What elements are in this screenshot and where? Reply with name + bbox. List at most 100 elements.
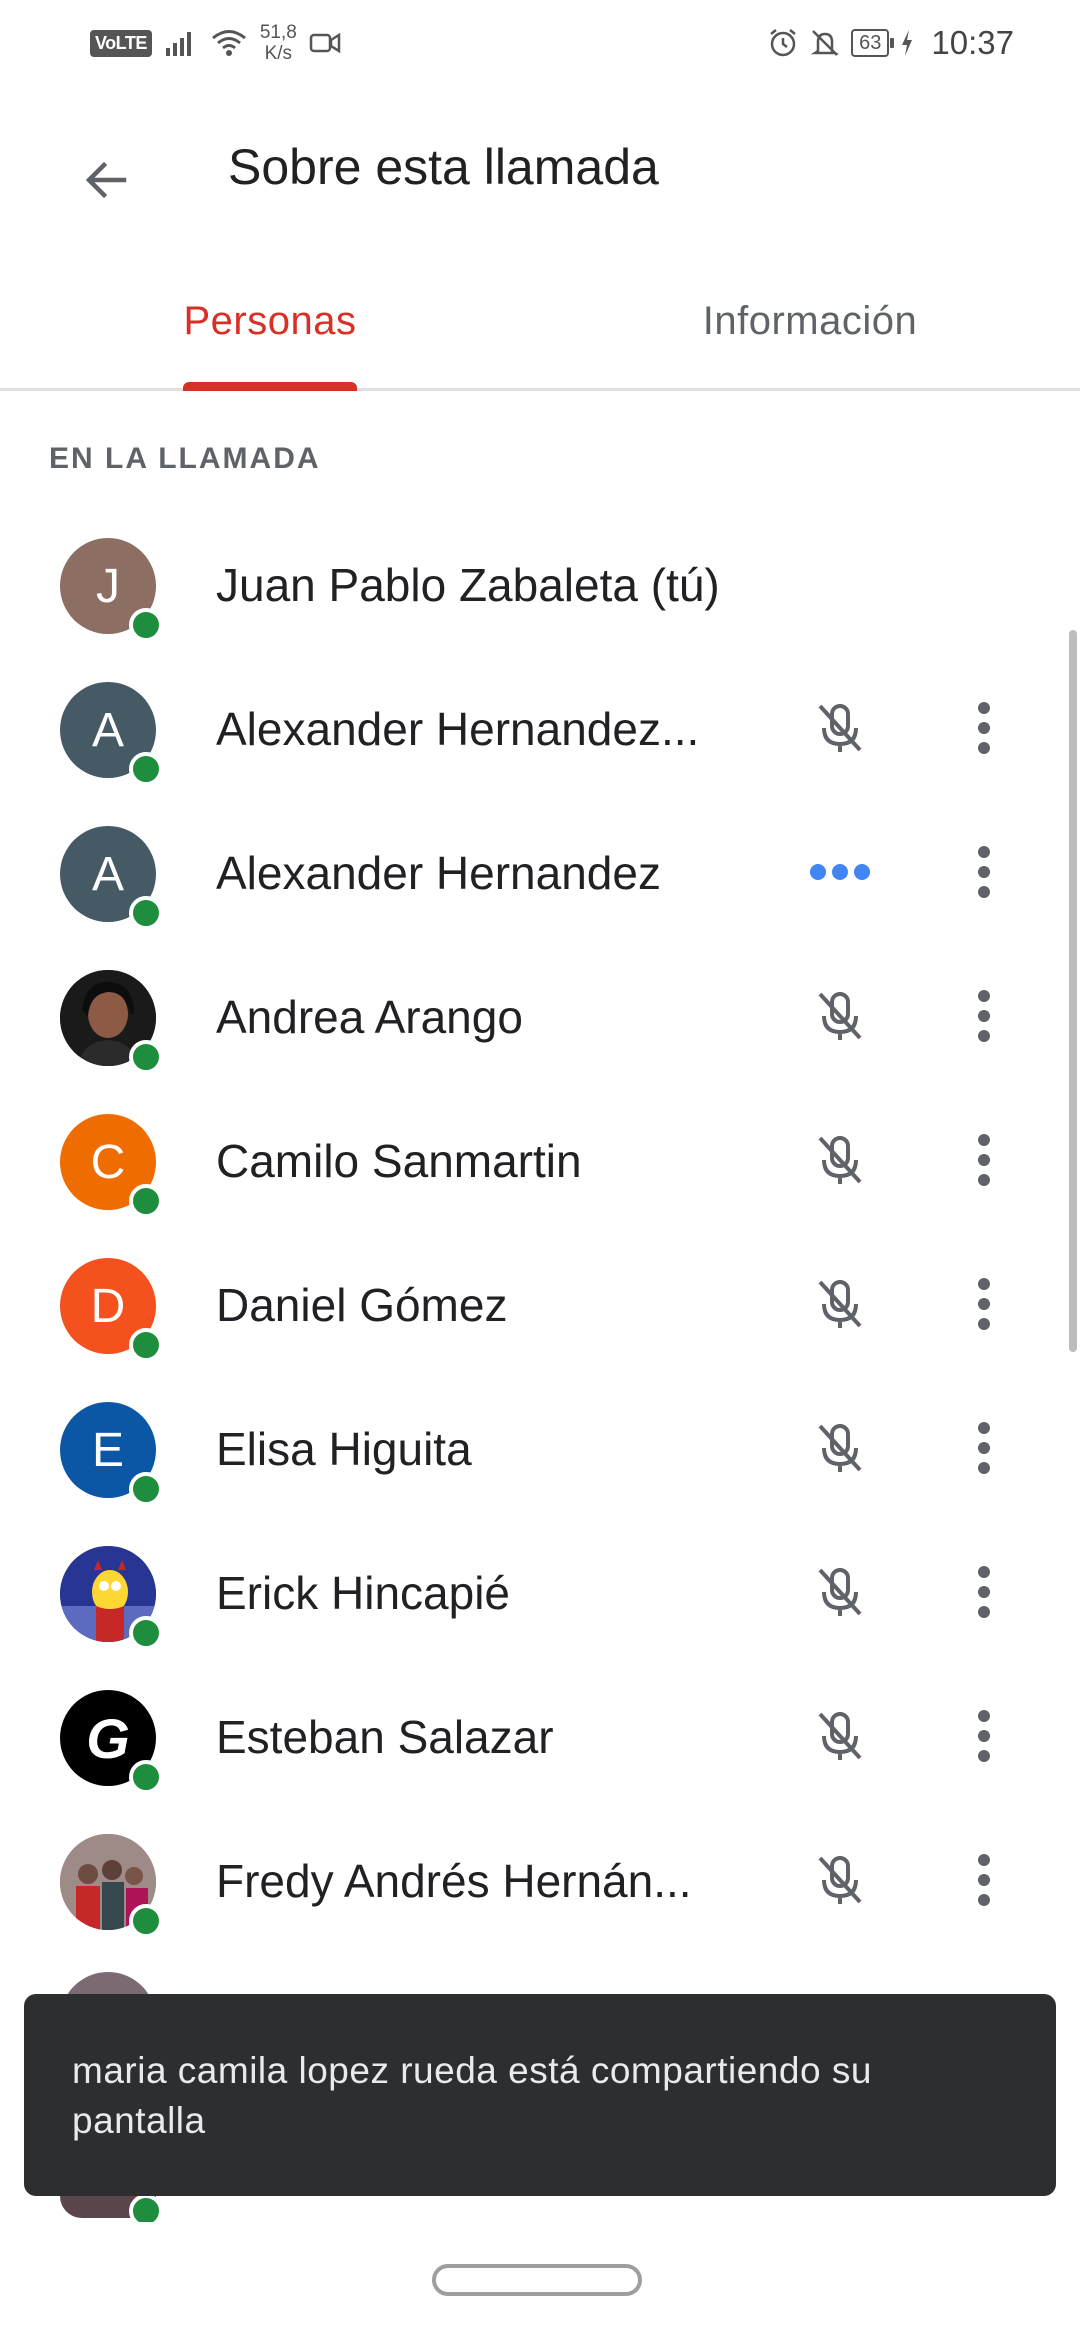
participant-row[interactable]: Andrea Arango bbox=[0, 970, 1080, 1114]
speed-value: 51,8 bbox=[259, 22, 297, 43]
online-indicator bbox=[129, 1472, 163, 1506]
mic-status-button[interactable] bbox=[798, 1694, 882, 1778]
avatar-initial: A bbox=[91, 703, 124, 757]
participant-name: Camilo Sanmartin bbox=[216, 1135, 582, 1187]
participant-name: Elisa Higuita bbox=[216, 1423, 472, 1475]
more-options-button[interactable] bbox=[952, 1406, 1016, 1490]
participant-name: Fredy Andrés Hernán... bbox=[216, 1855, 692, 1907]
avatar-initial: E bbox=[91, 1423, 124, 1477]
online-indicator bbox=[129, 896, 163, 930]
avatar-initial: A bbox=[91, 847, 124, 901]
app-bar: Sobre esta llamada bbox=[0, 84, 1080, 254]
scrollbar[interactable] bbox=[1069, 630, 1077, 1352]
alarm-icon bbox=[770, 29, 796, 57]
participant-row[interactable]: J Juan Pablo Zabaleta (tú) bbox=[0, 538, 1080, 682]
video-camera-icon bbox=[309, 32, 341, 54]
participant-row[interactable]: D Daniel Gómez bbox=[0, 1258, 1080, 1402]
participant-row[interactable]: A Alexander Hernandez... bbox=[0, 682, 1080, 826]
mic-off-icon bbox=[818, 1136, 862, 1184]
mic-status-button[interactable] bbox=[798, 1550, 882, 1634]
participant-list: J Juan Pablo Zabaleta (tú) A Alexander H… bbox=[0, 538, 1080, 1978]
more-vert-icon bbox=[978, 1278, 990, 1330]
status-left: VoLTE 51,8 K/s bbox=[90, 18, 341, 68]
mic-status-button[interactable] bbox=[798, 974, 882, 1058]
speaking-dot bbox=[810, 864, 826, 880]
tab-informacion[interactable]: Información bbox=[540, 254, 1080, 388]
speaking-dot bbox=[854, 864, 870, 880]
more-options-button[interactable] bbox=[952, 1118, 1016, 1202]
mic-off-icon bbox=[818, 992, 862, 1040]
tab-personas[interactable]: Personas bbox=[0, 254, 540, 388]
avatar-initial: D bbox=[90, 1279, 126, 1333]
online-indicator bbox=[129, 752, 163, 786]
avatar-initial: J bbox=[96, 559, 120, 613]
online-indicator bbox=[129, 1760, 163, 1794]
clock: 10:37 bbox=[931, 24, 1014, 61]
participant-row[interactable]: G Esteban Salazar bbox=[0, 1690, 1080, 1834]
participant-row[interactable]: Erick Hincapié bbox=[0, 1546, 1080, 1690]
mic-off-icon bbox=[818, 1712, 862, 1760]
participant-name: Andrea Arango bbox=[216, 991, 523, 1043]
charging-icon bbox=[902, 30, 913, 56]
more-vert-icon bbox=[978, 1710, 990, 1762]
tab-bar: Personas Información bbox=[0, 254, 1080, 391]
status-bar: VoLTE 51,8 K/s 63 10:37 bbox=[0, 0, 1080, 84]
more-vert-icon bbox=[978, 1422, 990, 1474]
more-vert-icon bbox=[978, 990, 990, 1042]
more-options-button[interactable] bbox=[952, 1694, 1016, 1778]
online-indicator bbox=[129, 1184, 163, 1218]
battery-level: 63 bbox=[851, 29, 895, 57]
avatar-initial: G bbox=[86, 1706, 130, 1770]
online-indicator bbox=[129, 1904, 163, 1938]
mic-status-button[interactable] bbox=[798, 1406, 882, 1490]
notifications-off-icon bbox=[811, 30, 840, 56]
participant-row[interactable]: Fredy Andrés Hernán... bbox=[0, 1834, 1080, 1978]
participant-row[interactable]: E Elisa Higuita bbox=[0, 1402, 1080, 1546]
back-button[interactable] bbox=[60, 134, 152, 226]
more-options-button[interactable] bbox=[952, 974, 1016, 1058]
more-options-button[interactable] bbox=[952, 686, 1016, 770]
more-options-button[interactable] bbox=[952, 830, 1016, 914]
mic-status-button[interactable] bbox=[798, 1118, 882, 1202]
system-nav-bar bbox=[0, 2222, 1080, 2340]
participant-row[interactable]: C Camilo Sanmartin bbox=[0, 1114, 1080, 1258]
network-speed: 51,8 K/s bbox=[260, 22, 297, 64]
speaking-indicator bbox=[800, 830, 880, 914]
speaking-dot bbox=[832, 864, 848, 880]
more-vert-icon bbox=[978, 1134, 990, 1186]
participant-name: Esteban Salazar bbox=[216, 1711, 554, 1763]
participant-row[interactable]: A Alexander Hernandez bbox=[0, 826, 1080, 970]
mic-off-icon bbox=[818, 704, 862, 752]
page-title: Sobre esta llamada bbox=[228, 139, 659, 195]
section-header: EN LA LLAMADA bbox=[49, 442, 321, 475]
online-indicator bbox=[129, 1616, 163, 1650]
arrow-back-icon bbox=[85, 161, 127, 199]
online-indicator bbox=[129, 608, 163, 642]
participant-name: Juan Pablo Zabaleta (tú) bbox=[216, 559, 720, 611]
signal-icon bbox=[165, 32, 191, 56]
online-indicator bbox=[129, 1328, 163, 1362]
volte-badge: VoLTE bbox=[90, 29, 152, 57]
mic-off-icon bbox=[818, 1856, 862, 1904]
more-options-button[interactable] bbox=[952, 1838, 1016, 1922]
wifi-icon bbox=[211, 30, 246, 56]
mic-off-icon bbox=[818, 1280, 862, 1328]
mic-status-button[interactable] bbox=[798, 1262, 882, 1346]
participant-name: Daniel Gómez bbox=[216, 1279, 508, 1331]
status-right: 63 10:37 bbox=[767, 18, 1014, 68]
participant-name: Erick Hincapié bbox=[216, 1567, 510, 1619]
home-gesture-bar[interactable] bbox=[432, 2264, 642, 2296]
mic-status-button[interactable] bbox=[798, 686, 882, 770]
more-options-button[interactable] bbox=[952, 1262, 1016, 1346]
tab-indicator bbox=[183, 382, 357, 391]
more-vert-icon bbox=[978, 1566, 990, 1618]
mic-status-button[interactable] bbox=[798, 1838, 882, 1922]
participant-name: Alexander Hernandez... bbox=[216, 703, 700, 755]
more-vert-icon bbox=[978, 846, 990, 898]
speed-unit: K/s bbox=[264, 43, 293, 64]
more-options-button[interactable] bbox=[952, 1550, 1016, 1634]
avatar-initial: C bbox=[90, 1135, 126, 1189]
snackbar: maria camila lopez rueda está compartien… bbox=[24, 1994, 1056, 2196]
mic-off-icon bbox=[818, 1568, 862, 1616]
more-vert-icon bbox=[978, 1854, 990, 1906]
